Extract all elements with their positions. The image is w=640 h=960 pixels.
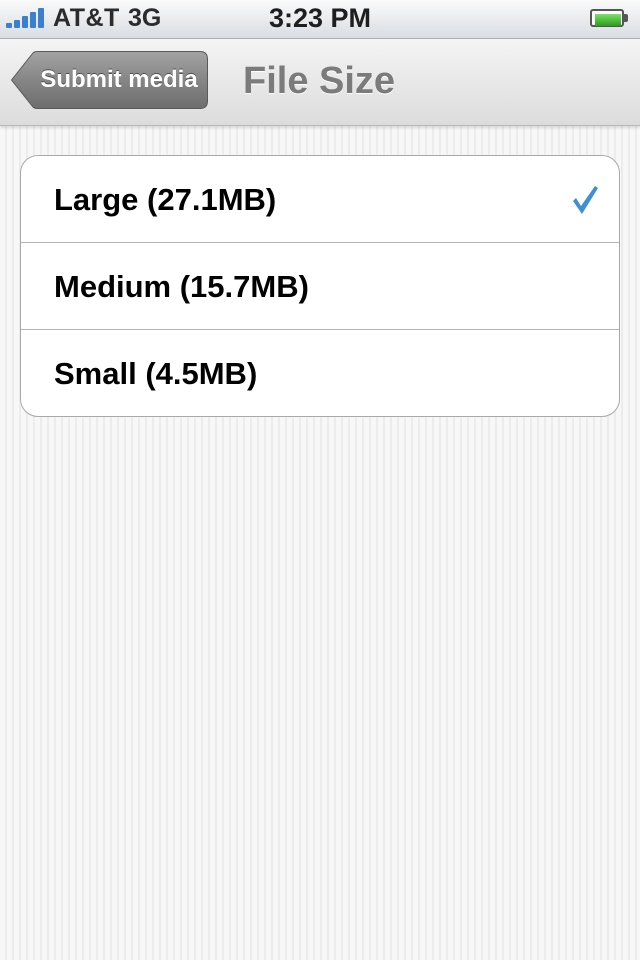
- option-label: Large (27.1MB): [54, 182, 277, 217]
- back-button[interactable]: Submit media: [10, 51, 208, 109]
- back-button-label: Submit media: [40, 66, 198, 93]
- status-bar: AT&T 3G 3:23 PM: [0, 0, 640, 39]
- option-small[interactable]: Small (4.5MB): [21, 330, 619, 416]
- navigation-bar: Submit media File Size: [0, 39, 640, 126]
- status-time: 3:23 PM: [268, 3, 372, 33]
- page-title: File Size: [243, 60, 396, 102]
- battery-icon: [590, 9, 628, 29]
- option-label: Medium (15.7MB): [54, 269, 309, 304]
- option-medium[interactable]: Medium (15.7MB): [21, 243, 619, 330]
- file-size-options: Large (27.1MB) Medium (15.7MB) Small (4.…: [20, 155, 620, 417]
- checkmark-icon: [573, 186, 598, 214]
- option-large[interactable]: Large (27.1MB): [21, 156, 619, 243]
- option-label: Small (4.5MB): [54, 356, 258, 391]
